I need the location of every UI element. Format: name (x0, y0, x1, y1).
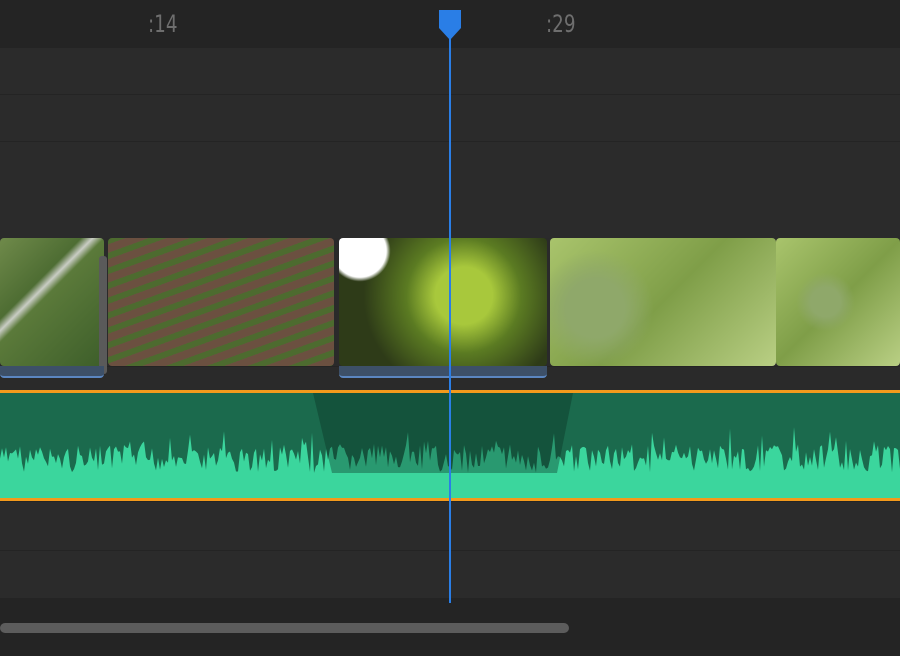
clip-selection-bar (0, 366, 104, 378)
video-clip-aerial-vineyard[interactable] (0, 238, 104, 366)
audio-ducking-region[interactable] (313, 393, 573, 473)
playhead-line[interactable] (449, 30, 451, 603)
video-clip-green-grapes-2[interactable] (776, 238, 900, 366)
clip-selection-bar (339, 366, 547, 378)
video-clip-vineyard-rows[interactable] (108, 238, 334, 366)
ruler-tick-29: :29 (546, 10, 576, 38)
video-clip-green-grapes[interactable] (550, 238, 776, 366)
video-clip-vine-leaves[interactable] (339, 238, 547, 366)
clip-trim-handle[interactable] (99, 256, 107, 374)
horizontal-scrollbar[interactable] (0, 623, 569, 633)
ruler-tick-14: :14 (148, 10, 178, 38)
playhead-handle-icon[interactable] (438, 10, 462, 40)
